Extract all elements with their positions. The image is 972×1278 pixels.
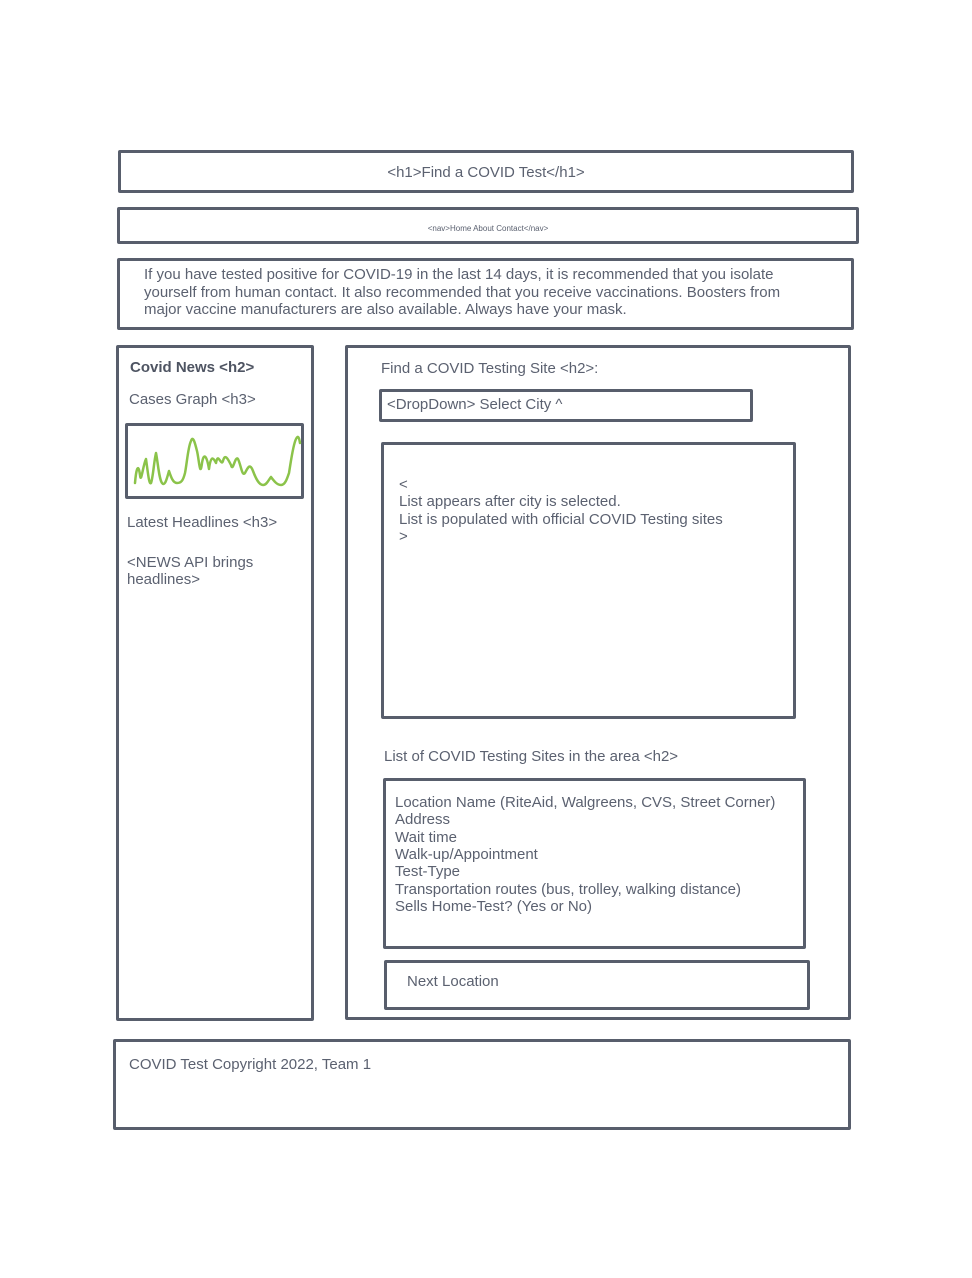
intro-line-3: major vaccine manufacturers are also ava… [144,301,627,318]
footer-box [113,1039,851,1130]
footer-copyright: COVID Test Copyright 2022, Team 1 [129,1056,372,1073]
site-field-wait-time: Wait time [395,829,457,846]
find-site-heading: Find a COVID Testing Site <h2>: [381,360,599,377]
latest-headlines-heading: Latest Headlines <h3> [127,514,278,531]
sparkline-icon [133,435,302,487]
news-api-text-line-1: <NEWS API brings [127,554,254,571]
testing-sites-list-heading: List of COVID Testing Sites in the area … [384,748,679,765]
news-api-text-line-2: headlines> [127,571,200,588]
site-field-test-type: Test-Type [395,863,461,880]
cases-graph-heading: Cases Graph <h3> [129,391,256,408]
results-line-3: List is populated with official COVID Te… [399,511,723,528]
intro-line-1: If you have tested positive for COVID-19… [144,266,774,283]
site-field-location-name: Location Name (RiteAid, Walgreens, CVS, … [395,794,776,811]
results-line-2: List appears after city is selected. [399,493,621,510]
city-dropdown-label[interactable]: <DropDown> Select City ^ [387,396,562,414]
results-line-4: > [399,528,408,545]
results-list-box [381,442,796,719]
nav-links[interactable]: <nav>Home About Contact</nav> [117,220,859,238]
sidebar-heading: Covid News <h2> [130,359,255,376]
site-field-walkup: Walk-up/Appointment [395,846,538,863]
page-title: <h1>Find a COVID Test</h1> [387,164,585,181]
results-line-1: < [399,476,408,493]
site-field-address: Address [395,811,451,828]
site-field-home-test: Sells Home-Test? (Yes or No) [395,898,593,915]
site-field-transportation: Transportation routes (bus, trolley, wal… [395,881,741,898]
next-location-label[interactable]: Next Location [407,973,499,991]
intro-line-2: yourself from human contact. It also rec… [144,284,781,301]
